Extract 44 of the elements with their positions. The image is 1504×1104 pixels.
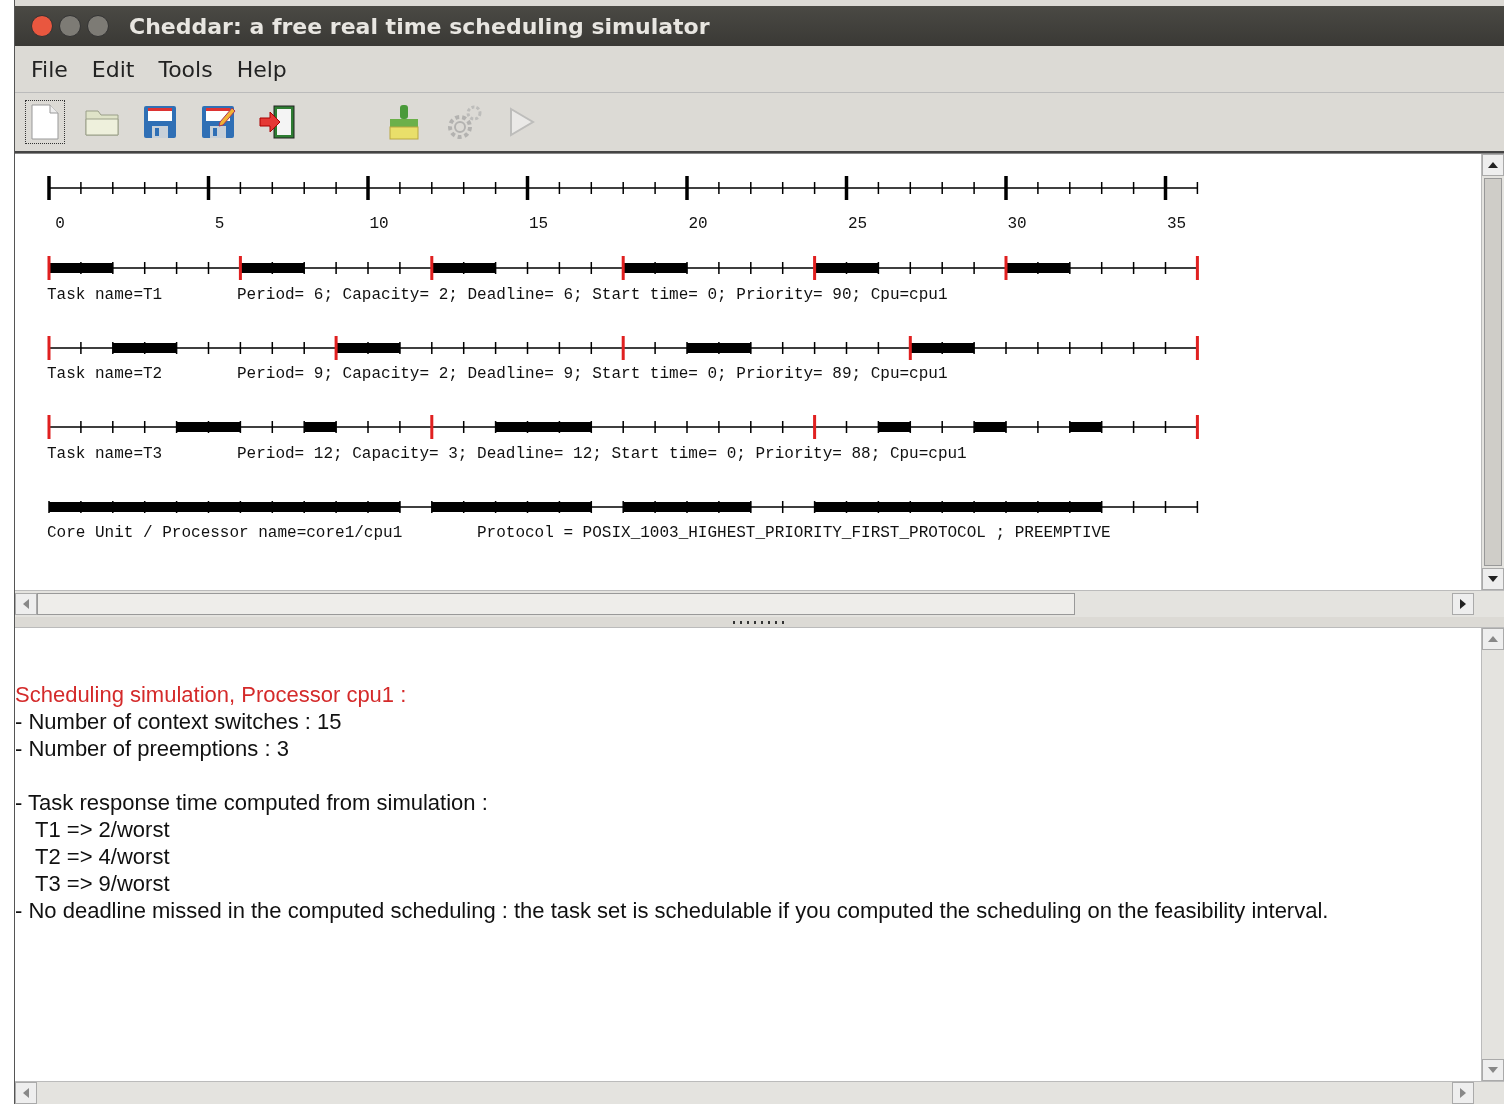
axis-label: 15 bbox=[528, 215, 549, 233]
result-line: T3 => 9/worst bbox=[34, 871, 171, 898]
close-icon[interactable] bbox=[31, 15, 53, 37]
scroll-left-icon[interactable] bbox=[15, 1082, 37, 1104]
horizontal-scrollbar[interactable] bbox=[15, 590, 1504, 617]
row-details: Period= 12; Capacity= 3; Deadline= 12; Start time= 0; Priority= 88; Cpu=cpu1 bbox=[237, 445, 967, 463]
menu-item[interactable]: Edit bbox=[91, 56, 135, 82]
axis-label: 35 bbox=[1166, 215, 1187, 233]
menu-item[interactable]: Help bbox=[236, 56, 287, 82]
scroll-down-icon[interactable] bbox=[1482, 568, 1504, 590]
axis-label: 30 bbox=[1007, 215, 1027, 233]
scroll-right-icon[interactable] bbox=[1452, 593, 1474, 615]
axis-label: 20 bbox=[688, 215, 708, 233]
axis-label: 10 bbox=[369, 215, 389, 233]
vertical-scrollbar[interactable] bbox=[1481, 154, 1504, 590]
scroll-thumb[interactable] bbox=[1484, 178, 1502, 566]
row-label: Core Unit / Processor name=core1/cpu1 bbox=[47, 524, 403, 542]
scroll-up-icon[interactable] bbox=[1482, 154, 1504, 176]
minimize-icon[interactable] bbox=[59, 15, 81, 37]
result-line: T2 => 4/worst bbox=[34, 844, 171, 871]
row-label: Task name=T2 bbox=[47, 365, 163, 383]
horizontal-scrollbar[interactable] bbox=[15, 1081, 1504, 1104]
section-heading: Scheduling simulation, Processor cpu1 : bbox=[15, 682, 408, 709]
result-line: - Number of preemptions : 3 bbox=[15, 736, 290, 763]
result-line: - No deadline missed in the computed scheduling : the task set is schedulable if you computed the scheduling on the feasibility interval. bbox=[15, 898, 1330, 925]
maximize-icon[interactable] bbox=[87, 15, 109, 37]
row-label: Task name=T1 bbox=[47, 286, 163, 304]
splitter-handle[interactable] bbox=[732, 620, 787, 624]
result-line: - Task response time computed from simulation : bbox=[15, 790, 489, 817]
result-line: T1 => 2/worst bbox=[34, 817, 171, 844]
menu-item[interactable]: Tools bbox=[158, 56, 213, 82]
axis-label: 5 bbox=[214, 215, 225, 233]
new-file-icon[interactable] bbox=[25, 100, 65, 144]
window-title: Cheddar: a free real time scheduling simulator bbox=[129, 13, 710, 39]
result-line: - Number of context switches : 15 bbox=[15, 709, 343, 736]
row-details: Protocol = POSIX_1003_HIGHEST_PRIORITY_FIRST_PROTOCOL ; PREEMPTIVE bbox=[477, 524, 1111, 542]
axis-label: 25 bbox=[847, 215, 868, 233]
row-details: Period= 6; Capacity= 2; Deadline= 6; Start time= 0; Priority= 90; Cpu=cpu1 bbox=[237, 286, 948, 304]
axis-label: 0 bbox=[55, 215, 65, 233]
scroll-thumb[interactable] bbox=[37, 593, 1075, 615]
menu-item[interactable]: File bbox=[31, 56, 68, 82]
row-label: Task name=T3 bbox=[47, 445, 163, 463]
row-details: Period= 9; Capacity= 2; Deadline= 9; Start time= 0; Priority= 89; Cpu=cpu1 bbox=[237, 365, 948, 383]
scroll-left-icon[interactable] bbox=[15, 593, 37, 615]
